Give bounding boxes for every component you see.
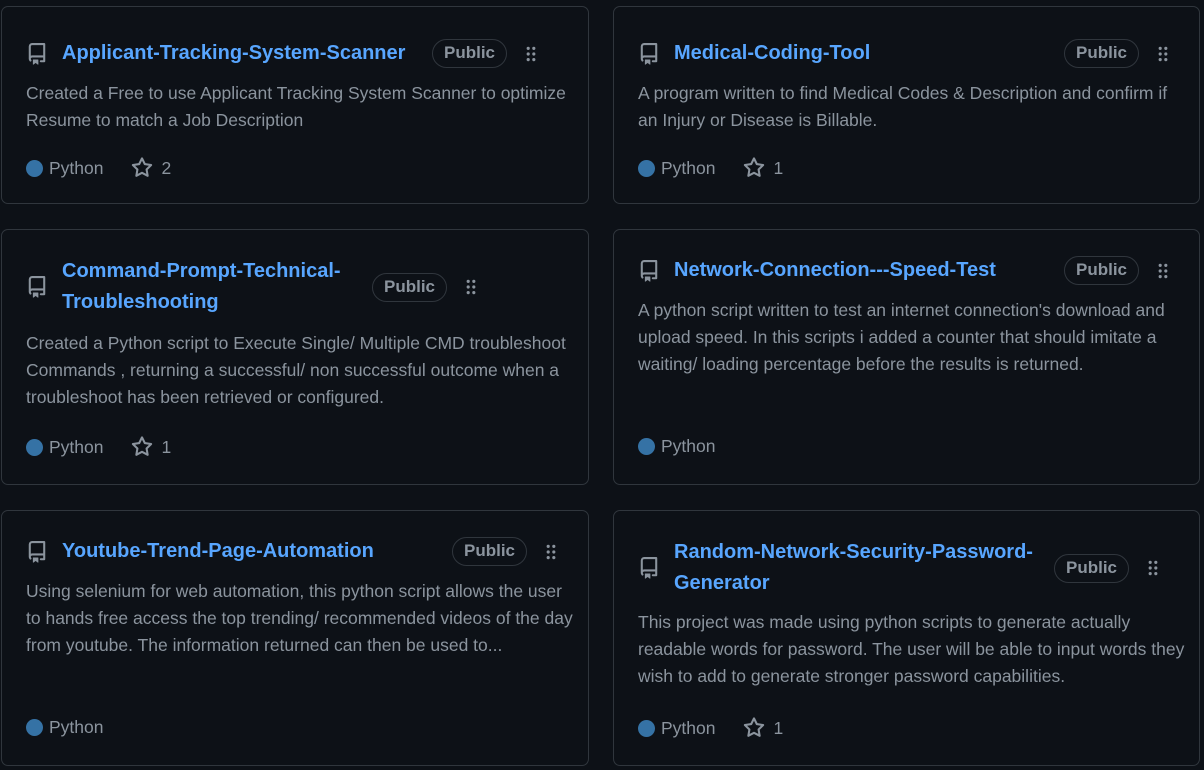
visibility-badge: Public [372, 272, 448, 302]
language-color-dot [26, 438, 43, 456]
visibility-badge: Public [1054, 553, 1130, 583]
repo-description: A program written to find Medical Codes … [638, 83, 1168, 130]
repo-meta: Python 1 [638, 717, 783, 739]
repo-name-link[interactable]: Random-Network-Security-Password-Generat… [674, 537, 1044, 599]
stargazers-link[interactable]: 1 [131, 436, 171, 458]
visibility-badge: Public [1064, 39, 1140, 68]
repo-card-header: Applicant-Tracking-System-Scanner Public [26, 38, 564, 69]
grabber-icon[interactable] [464, 278, 478, 296]
repo-name-link[interactable]: Medical-Coding-Tool [674, 38, 1054, 69]
pinned-repositories-grid: Applicant-Tracking-System-Scanner Public C… [0, 0, 1204, 770]
repo-card-header: Network-Connection---Speed-Test Public [638, 255, 1175, 286]
repo-name-link[interactable]: Network-Connection---Speed-Test [674, 255, 1054, 286]
language-color-dot [638, 438, 655, 455]
repo-card-header: Medical-Coding-Tool Public [638, 38, 1175, 69]
repo-card-header: Youtube-Trend-Page-Automation Public [26, 536, 564, 567]
grabber-icon[interactable] [544, 543, 558, 561]
stargazers-link[interactable]: 2 [131, 157, 171, 179]
visibility-badge: Public [452, 537, 528, 566]
grabber-icon[interactable] [1146, 559, 1160, 577]
star-icon [131, 157, 161, 179]
grabber-icon[interactable] [524, 45, 538, 63]
repo-description: Using selenium for web automation, this … [26, 581, 573, 655]
repo-card: Network-Connection---Speed-Test Public A p… [613, 229, 1200, 485]
repo-meta: Python 2 [26, 157, 171, 179]
repo-card: Youtube-Trend-Page-Automation Public Using… [1, 510, 589, 766]
visibility-badge: Public [432, 39, 508, 68]
language-color-dot [638, 159, 655, 177]
star-count: 1 [773, 717, 784, 738]
repo-icon [26, 276, 48, 298]
repo-meta: Python 1 [638, 157, 783, 179]
repo-card: Medical-Coding-Tool Public A program writt… [613, 6, 1200, 204]
star-count: 1 [161, 436, 172, 457]
repo-description: Created a Free to use Applicant Tracking… [26, 83, 566, 130]
repo-description: This project was made using python scrip… [638, 612, 1185, 686]
repo-icon [638, 557, 660, 579]
repo-language: Python [49, 717, 104, 737]
visibility-badge: Public [1064, 256, 1140, 285]
repo-card-header: Command-Prompt-Technical-Troubleshooting… [26, 256, 564, 318]
repo-description: Created a Python script to Execute Singl… [26, 333, 566, 407]
repo-card-header: Random-Network-Security-Password-Generat… [638, 537, 1175, 599]
star-count: 1 [773, 157, 784, 178]
language-color-dot [26, 159, 43, 177]
repo-meta: Python 1 [26, 436, 171, 458]
repo-icon [638, 259, 660, 282]
star-icon [131, 436, 161, 458]
repo-card: Command-Prompt-Technical-Troubleshooting… [1, 229, 589, 485]
language-color-dot [26, 719, 43, 736]
star-icon [743, 717, 773, 739]
repo-meta: Python [26, 717, 103, 738]
repo-name-link[interactable]: Applicant-Tracking-System-Scanner [62, 38, 422, 69]
grabber-icon[interactable] [1156, 45, 1170, 63]
repo-language: Python [49, 436, 104, 457]
repo-language: Python [661, 436, 716, 456]
repo-meta: Python [638, 436, 715, 457]
repo-language: Python [661, 157, 716, 178]
star-count: 2 [161, 157, 172, 178]
repo-icon [26, 540, 48, 563]
language-color-dot [638, 719, 655, 737]
repo-name-link[interactable]: Youtube-Trend-Page-Automation [62, 536, 442, 567]
repo-icon [638, 42, 660, 65]
star-icon [743, 157, 773, 179]
repo-icon [26, 42, 48, 65]
grabber-icon[interactable] [1156, 262, 1170, 280]
repo-description: A python script written to test an inter… [638, 300, 1165, 374]
repo-card: Applicant-Tracking-System-Scanner Public C… [1, 6, 589, 204]
stargazers-link[interactable]: 1 [743, 717, 783, 739]
repo-language: Python [661, 717, 716, 738]
stargazers-link[interactable]: 1 [743, 157, 783, 179]
repo-language: Python [49, 157, 104, 178]
repo-card: Random-Network-Security-Password-Generat… [613, 510, 1200, 766]
repo-name-link[interactable]: Command-Prompt-Technical-Troubleshooting [62, 256, 362, 318]
